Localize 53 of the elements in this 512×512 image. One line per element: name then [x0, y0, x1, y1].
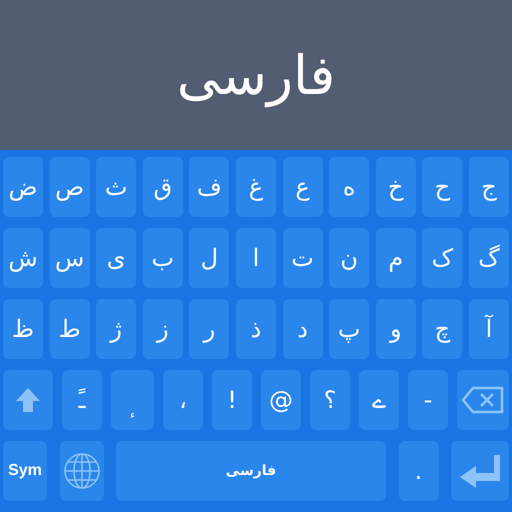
- key[interactable]: ،: [163, 370, 203, 430]
- key[interactable]: ر: [189, 299, 230, 359]
- key[interactable]: ژ: [96, 299, 136, 359]
- key[interactable]: ص: [50, 157, 90, 217]
- key[interactable]: س: [50, 228, 90, 288]
- key[interactable]: چ: [422, 299, 462, 359]
- key[interactable]: ک: [422, 228, 462, 288]
- key[interactable]: !: [212, 370, 252, 430]
- space-key[interactable]: فارسی: [116, 441, 386, 501]
- key[interactable]: ع: [282, 157, 323, 217]
- key[interactable]: ط: [50, 299, 90, 359]
- key[interactable]: غ: [236, 157, 276, 217]
- key[interactable]: پ: [329, 299, 370, 359]
- language-key[interactable]: [60, 441, 104, 501]
- key[interactable]: ت: [282, 228, 323, 288]
- key[interactable]: ف: [189, 157, 230, 217]
- key[interactable]: ز: [142, 299, 183, 359]
- key[interactable]: @: [261, 370, 301, 430]
- key[interactable]: ض: [3, 157, 43, 217]
- sym-key[interactable]: Sym: [3, 441, 47, 501]
- globe-icon: [62, 452, 100, 490]
- key[interactable]: ن: [329, 228, 370, 288]
- backspace-icon: [461, 386, 505, 414]
- key[interactable]: ے: [359, 370, 399, 430]
- key[interactable]: آ: [468, 299, 509, 359]
- enter-key[interactable]: [451, 441, 509, 501]
- enter-icon: [458, 453, 502, 489]
- key[interactable]: ء: [111, 370, 154, 430]
- key[interactable]: ظ: [3, 299, 43, 359]
- key[interactable]: ج: [468, 157, 509, 217]
- key[interactable]: ل: [189, 228, 230, 288]
- arrow-up-icon: [14, 386, 42, 414]
- key[interactable]: ذ: [236, 299, 276, 359]
- backspace-key[interactable]: [457, 370, 509, 430]
- key[interactable]: ث: [96, 157, 136, 217]
- key[interactable]: ی: [96, 228, 136, 288]
- key[interactable]: ؟: [310, 370, 350, 430]
- key[interactable]: گ: [468, 228, 509, 288]
- key[interactable]: ب: [142, 228, 183, 288]
- key[interactable]: ش: [3, 228, 43, 288]
- key[interactable]: م: [376, 228, 416, 288]
- key[interactable]: و: [376, 299, 416, 359]
- key[interactable]: ـً: [62, 370, 102, 430]
- key[interactable]: ه: [329, 157, 370, 217]
- key[interactable]: د: [282, 299, 323, 359]
- language-title: فارسی: [176, 42, 336, 110]
- key[interactable]: ا: [236, 228, 276, 288]
- key[interactable]: -: [408, 370, 448, 430]
- key[interactable]: ق: [142, 157, 183, 217]
- key[interactable]: .: [398, 441, 438, 501]
- key[interactable]: خ: [376, 157, 416, 217]
- shift-key[interactable]: [3, 370, 53, 430]
- key[interactable]: ح: [422, 157, 462, 217]
